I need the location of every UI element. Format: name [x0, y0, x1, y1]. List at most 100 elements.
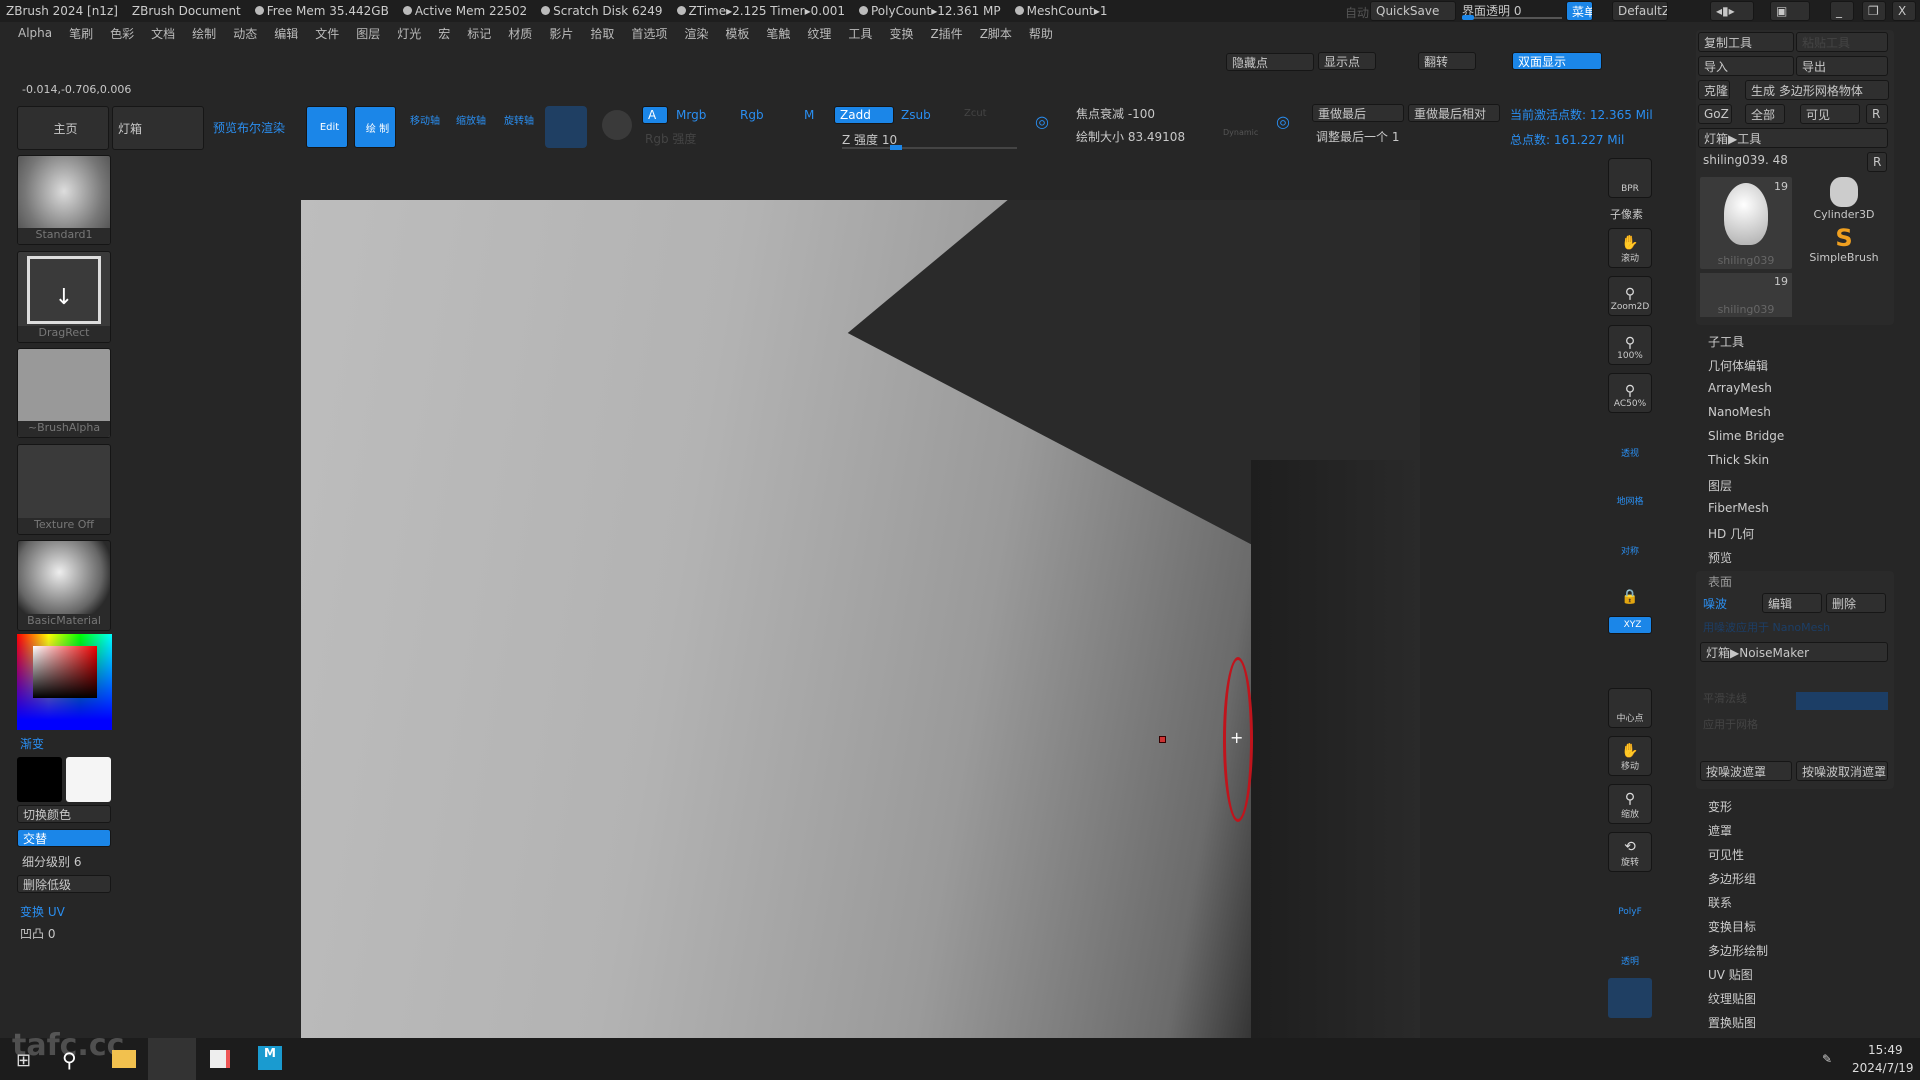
- noisemaker-button[interactable]: 灯箱▶NoiseMaker: [1700, 642, 1888, 662]
- gizmo-button[interactable]: [545, 106, 587, 148]
- subpixel-slider[interactable]: 子像素: [1610, 206, 1643, 222]
- tool-thumb-shiling039-2[interactable]: 19 shiling039: [1700, 273, 1792, 317]
- section-fibermesh[interactable]: FiberMesh: [1708, 501, 1769, 515]
- transparent-button[interactable]: 透明: [1608, 930, 1652, 970]
- switch-uv-button[interactable]: 变换 UV: [20, 903, 65, 920]
- secondary-color-swatch[interactable]: [17, 757, 62, 802]
- move-button[interactable]: 移动轴: [410, 112, 440, 127]
- zcut-button[interactable]: Zcut: [964, 108, 987, 119]
- paste-tool-button[interactable]: 粘贴工具: [1796, 32, 1888, 52]
- texture-thumbnail[interactable]: Texture Off: [17, 444, 111, 535]
- menu-item[interactable]: 首选项: [631, 25, 667, 42]
- scale-view-button[interactable]: ⚲ 缩放: [1608, 784, 1652, 824]
- section-preview[interactable]: 预览: [1708, 549, 1732, 566]
- preview-boolean-button[interactable]: 预览布尔渲染: [213, 119, 285, 136]
- menu-item[interactable]: 渲染: [684, 25, 708, 42]
- switch-color-button[interactable]: 切换颜色: [17, 805, 111, 823]
- smooth-normals-slider[interactable]: 平滑法线: [1703, 690, 1747, 706]
- material-thumbnail[interactable]: BasicMaterial: [17, 540, 111, 631]
- edit-button[interactable]: Edit: [306, 106, 348, 148]
- menu-item[interactable]: 影片: [549, 25, 573, 42]
- d-brush-icon[interactable]: ◎: [1276, 112, 1290, 131]
- default-zscript-button[interactable]: DefaultZScript: [1612, 1, 1668, 21]
- goz-button[interactable]: GoZ: [1698, 104, 1732, 124]
- zadd-button[interactable]: Zadd: [834, 106, 894, 124]
- hide-points-button[interactable]: 隐藏点: [1226, 53, 1314, 71]
- menu-item[interactable]: 编辑: [274, 25, 298, 42]
- noise-button[interactable]: 噪波: [1703, 595, 1727, 612]
- section-contact[interactable]: 联系: [1708, 894, 1732, 911]
- viewport-canvas[interactable]: +: [301, 200, 1420, 1038]
- scale-button[interactable]: 缩放轴: [456, 112, 486, 127]
- menu-item[interactable]: 笔触: [766, 25, 790, 42]
- section-masking[interactable]: 遮罩: [1708, 822, 1732, 839]
- section-geometry[interactable]: 几何体编辑: [1708, 357, 1768, 374]
- import-button[interactable]: 导入: [1698, 56, 1794, 76]
- menu-item[interactable]: 标记: [467, 25, 491, 42]
- dynamic-label[interactable]: Dynamic: [1223, 128, 1258, 137]
- lightbox-button[interactable]: 灯箱: [112, 106, 204, 150]
- r-button[interactable]: R: [1866, 104, 1888, 124]
- color-picker[interactable]: [17, 634, 112, 730]
- mask-by-noise-button[interactable]: 按噪波遮罩: [1700, 761, 1792, 781]
- windows-start-icon[interactable]: ⊞: [16, 1050, 31, 1071]
- menu-item[interactable]: 帮助: [1029, 25, 1053, 42]
- subdiv-level-slider[interactable]: 细分级别 6: [22, 853, 81, 870]
- surface-header[interactable]: 表面: [1708, 573, 1732, 590]
- zoom2d-button[interactable]: ⚲ Zoom2D: [1608, 276, 1652, 316]
- menu-item[interactable]: 笔刷: [69, 25, 93, 42]
- floor-grid-button[interactable]: 地网格: [1608, 470, 1652, 510]
- section-slime-bridge[interactable]: Slime Bridge: [1708, 429, 1784, 443]
- z-intensity-track[interactable]: [842, 145, 1017, 150]
- export-button[interactable]: 导出: [1796, 56, 1888, 76]
- menu-item[interactable]: 动态: [233, 25, 257, 42]
- zoom100-button[interactable]: ⚲ 100%: [1608, 325, 1652, 365]
- close-button[interactable]: X: [1892, 1, 1916, 21]
- polyframe-button[interactable]: PolyF: [1608, 880, 1652, 920]
- adjust-last-slider[interactable]: 调整最后一个 1: [1316, 128, 1399, 145]
- menu-item[interactable]: 纹理: [807, 25, 831, 42]
- menu-item[interactable]: 色彩: [110, 25, 134, 42]
- home-button[interactable]: 主页: [17, 106, 109, 150]
- rotate-button[interactable]: 旋转轴: [504, 112, 534, 127]
- quicksave-button[interactable]: QuickSave: [1370, 1, 1456, 21]
- apply-to-mesh-button[interactable]: 应用于网格: [1703, 716, 1758, 732]
- lightbox-tools-button[interactable]: 灯箱▶工具: [1698, 128, 1888, 148]
- section-polygroups[interactable]: 多边形组: [1708, 870, 1756, 887]
- s-brush-icon[interactable]: ◎: [1035, 112, 1049, 131]
- bpr-button[interactable]: BPR: [1608, 158, 1652, 198]
- menu-item[interactable]: 工具: [848, 25, 872, 42]
- rgb-intensity-slider[interactable]: Rgb 强度: [645, 130, 696, 147]
- ghost-button[interactable]: [1608, 978, 1652, 1018]
- unmask-by-noise-button[interactable]: 按噪波取消遮罩: [1796, 761, 1888, 781]
- draw-size-slider[interactable]: 绘制大小 83.49108: [1076, 128, 1185, 145]
- z-intensity-slider[interactable]: Z 强度 10: [842, 131, 897, 148]
- pen-icon[interactable]: ✎: [1822, 1052, 1832, 1066]
- tool-thumb-shiling039[interactable]: 19 shiling039: [1700, 177, 1792, 269]
- rgb-button[interactable]: Rgb: [740, 108, 764, 122]
- restore-button[interactable]: ❐: [1862, 1, 1886, 21]
- menu-item[interactable]: Z插件: [930, 25, 962, 42]
- section-arraymesh[interactable]: ArrayMesh: [1708, 381, 1772, 395]
- brush-thumbnail[interactable]: Standard1: [17, 155, 111, 245]
- zsub-button[interactable]: Zsub: [901, 108, 931, 122]
- search-icon[interactable]: ⚲: [62, 1048, 77, 1072]
- noise-delete-button[interactable]: 删除: [1826, 593, 1886, 613]
- section-deformation[interactable]: 变形: [1708, 798, 1732, 815]
- scroll-button[interactable]: ✋ 滚动: [1608, 228, 1652, 268]
- frame-center-button[interactable]: 中心点: [1608, 688, 1652, 728]
- rotate-view-button[interactable]: ⟲ 旋转: [1608, 832, 1652, 872]
- layout-arrows-button[interactable]: ◂▮▸: [1710, 1, 1754, 21]
- media-app-icon[interactable]: [210, 1050, 230, 1068]
- menu-item[interactable]: 灯光: [397, 25, 421, 42]
- tool-thumb-cylinder3d[interactable]: Cylinder3D: [1800, 177, 1888, 223]
- visible-button[interactable]: 可见: [1800, 104, 1860, 124]
- symmetry-button[interactable]: 对称: [1608, 520, 1652, 560]
- perspective-button[interactable]: 透视: [1608, 422, 1652, 462]
- noise-edit-button[interactable]: 编辑: [1762, 593, 1822, 613]
- move-view-button[interactable]: ✋ 移动: [1608, 736, 1652, 776]
- lock-button[interactable]: 🔒: [1608, 568, 1652, 608]
- redo-last-button[interactable]: 重做最后: [1312, 104, 1404, 122]
- section-texture-map[interactable]: 纹理贴图: [1708, 990, 1756, 1007]
- show-points-button[interactable]: 显示点: [1318, 52, 1376, 70]
